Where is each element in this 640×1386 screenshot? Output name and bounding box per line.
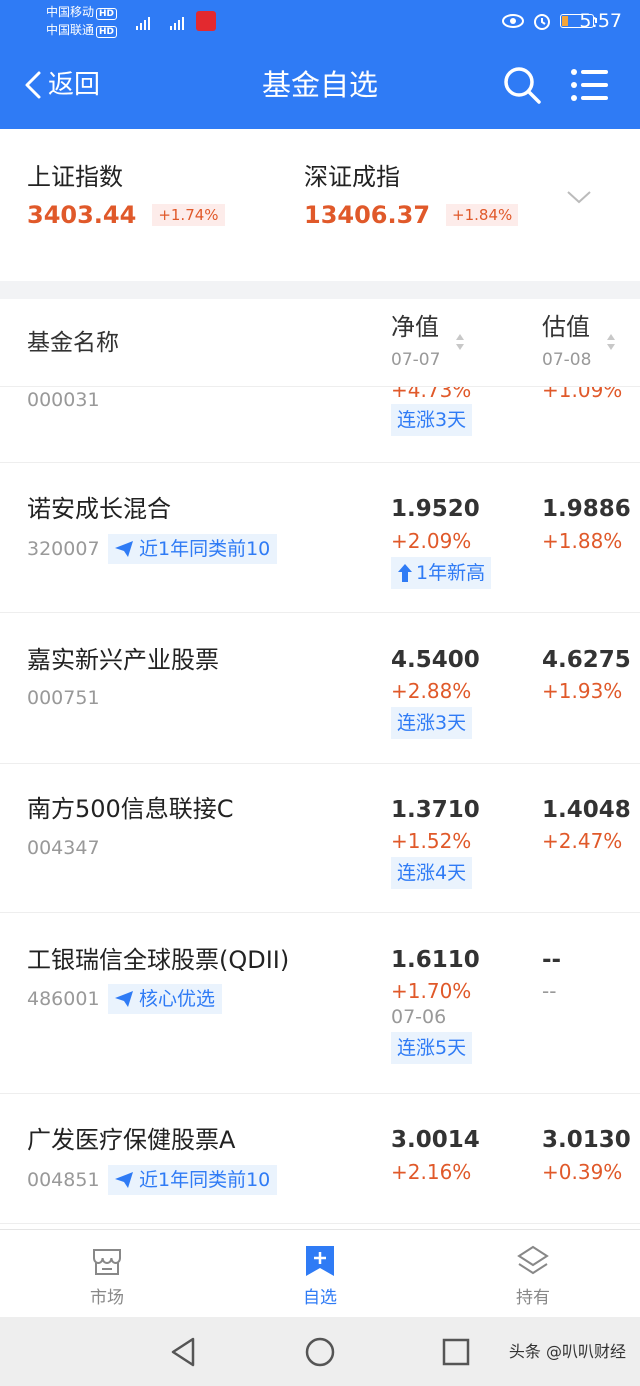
index-item[interactable]: 上证指数 3403.44 +1.74% [27,161,225,230]
index-change: +1.84% [446,204,519,226]
tab-market[interactable]: 市场 [67,1244,147,1310]
streak-badge: 连涨5天 [391,1032,473,1064]
up-arrow-icon [398,564,412,582]
fund-row[interactable]: 广发医疗保健股票A 004851 近1年同类前10 3.0014 +2.16% … [0,1094,640,1224]
nav-change: +1.52% [391,829,472,853]
estimate-value: 4.6275 [542,647,631,673]
page-title: 基金自选 [261,68,378,102]
estimate-change: +0.39% [542,1160,623,1184]
fund-code: 000751 [27,687,100,709]
nav-value: 1.6110 [391,947,480,973]
fund-code: 000031 [27,389,100,411]
system-nav-bar: 头条 @叭叭财经 [0,1317,640,1386]
estimate-value: 1.4048 [542,797,631,823]
streak-badge: 连涨4天 [391,857,473,889]
search-icon[interactable] [502,65,542,105]
nav-value: 4.5400 [391,647,480,673]
nav-value: 1.3710 [391,797,480,823]
market-icon [93,1249,121,1275]
fund-tag: 近1年同类前10 [108,1165,278,1195]
back-triangle-icon[interactable] [168,1336,200,1368]
chevron-down-icon[interactable] [566,189,592,205]
index-name: 深证成指 [304,163,400,191]
nav-change: +2.16% [391,1160,472,1184]
signal-icon [170,12,184,30]
menu-icon[interactable] [570,67,608,103]
column-header-nav[interactable]: 净值 07-07 [391,311,440,372]
fund-name: 诺安成长混合 [27,495,171,523]
list-header: 基金名称 净值 07-07 估值 07-08 [0,299,640,387]
bottom-tab-bar: 市场 自选 持有 [0,1229,640,1317]
fund-list: 基金名称 净值 07-07 估值 07-08 000031 +4.73% 连涨3… [0,299,640,1229]
nav-change: +2.09% [391,529,472,553]
streak-badge: 连涨3天 [391,404,473,436]
fund-name: 广发医疗保健股票A [27,1126,236,1154]
tab-label: 自选 [303,1288,337,1308]
nav-bar: 返回 基金自选 [0,43,640,129]
fund-row[interactable]: 诺安成长混合 320007 近1年同类前10 1.9520 +2.09% 1年新… [0,463,640,613]
tab-label: 持有 [516,1288,550,1308]
holdings-icon [517,1245,549,1275]
fund-row[interactable]: 南方500信息联接C 004347 1.3710 +1.52% 连涨4天 1.4… [0,764,640,913]
index-item[interactable]: 深证成指 13406.37 +1.84% [304,161,519,230]
fund-row[interactable]: 嘉实新兴产业股票 000751 4.5400 +2.88% 连涨3天 4.627… [0,613,640,764]
status-bar: 中国移动 HD 中国联通 HD 5:57 [0,0,640,43]
fund-code: 320007 [27,538,100,560]
fund-tag: 核心优选 [108,984,223,1014]
recents-square-icon[interactable] [440,1336,472,1368]
fund-code: 004347 [27,837,100,859]
alarm-icon [534,14,550,30]
tab-holdings[interactable]: 持有 [493,1244,573,1310]
column-header-name: 基金名称 [27,330,119,356]
estimate-value: 1.9886 [542,496,631,522]
estimate-value: 3.0130 [542,1127,631,1153]
sort-icon[interactable] [606,332,616,352]
fund-code: 486001 [27,988,100,1010]
nav-date: 07-06 [391,1006,447,1028]
streak-badge: 连涨3天 [391,707,473,739]
estimate-change: -- [542,979,557,1003]
fund-name: 工银瑞信全球股票(QDII) [27,946,290,974]
watermark: 头条 @叭叭财经 [508,1342,626,1361]
sort-icon[interactable] [455,332,465,352]
column-header-estimate[interactable]: 估值 07-08 [542,311,591,372]
fund-code: 004851 [27,1169,100,1191]
status-time: 5:57 [579,10,622,32]
index-name: 上证指数 [27,163,123,191]
fund-row[interactable]: 000031 +4.73% 连涨3天 +1.09% [0,378,640,463]
fund-name: 南方500信息联接C [27,795,234,823]
carrier-2: 中国联通 HD [46,23,118,38]
estimate-change: +1.93% [542,679,623,703]
nav-value: 3.0014 [391,1127,480,1153]
fund-name: 嘉实新兴产业股票 [27,646,219,674]
index-change: +1.74% [152,204,225,226]
carrier-1: 中国移动 HD [46,5,118,20]
fund-row[interactable]: 工银瑞信全球股票(QDII) 486001 核心优选 1.6110 +1.70%… [0,913,640,1094]
home-circle-icon[interactable] [304,1336,336,1368]
paper-plane-icon [115,991,133,1007]
paper-plane-icon [115,1172,133,1188]
tab-watchlist[interactable]: 自选 [280,1244,360,1310]
eye-icon [502,14,524,28]
paper-plane-icon [115,541,133,557]
index-value: 3403.44 [27,201,137,229]
index-value: 13406.37 [304,201,431,229]
nav-value: 1.9520 [391,496,480,522]
signal-icon [136,12,150,30]
estimate-change: +2.47% [542,829,623,853]
new-high-badge: 1年新高 [391,557,492,589]
estimate-value: -- [542,947,562,973]
index-panel: 上证指数 3403.44 +1.74% 深证成指 13406.37 +1.84% [0,129,640,281]
tab-label: 市场 [90,1288,124,1308]
fund-tag: 近1年同类前10 [108,534,278,564]
estimate-change: +1.88% [542,529,623,553]
nav-change: +1.70% [391,979,472,1003]
notification-app-icon [196,11,216,31]
nav-change: +2.88% [391,679,472,703]
watchlist-icon [306,1246,334,1276]
